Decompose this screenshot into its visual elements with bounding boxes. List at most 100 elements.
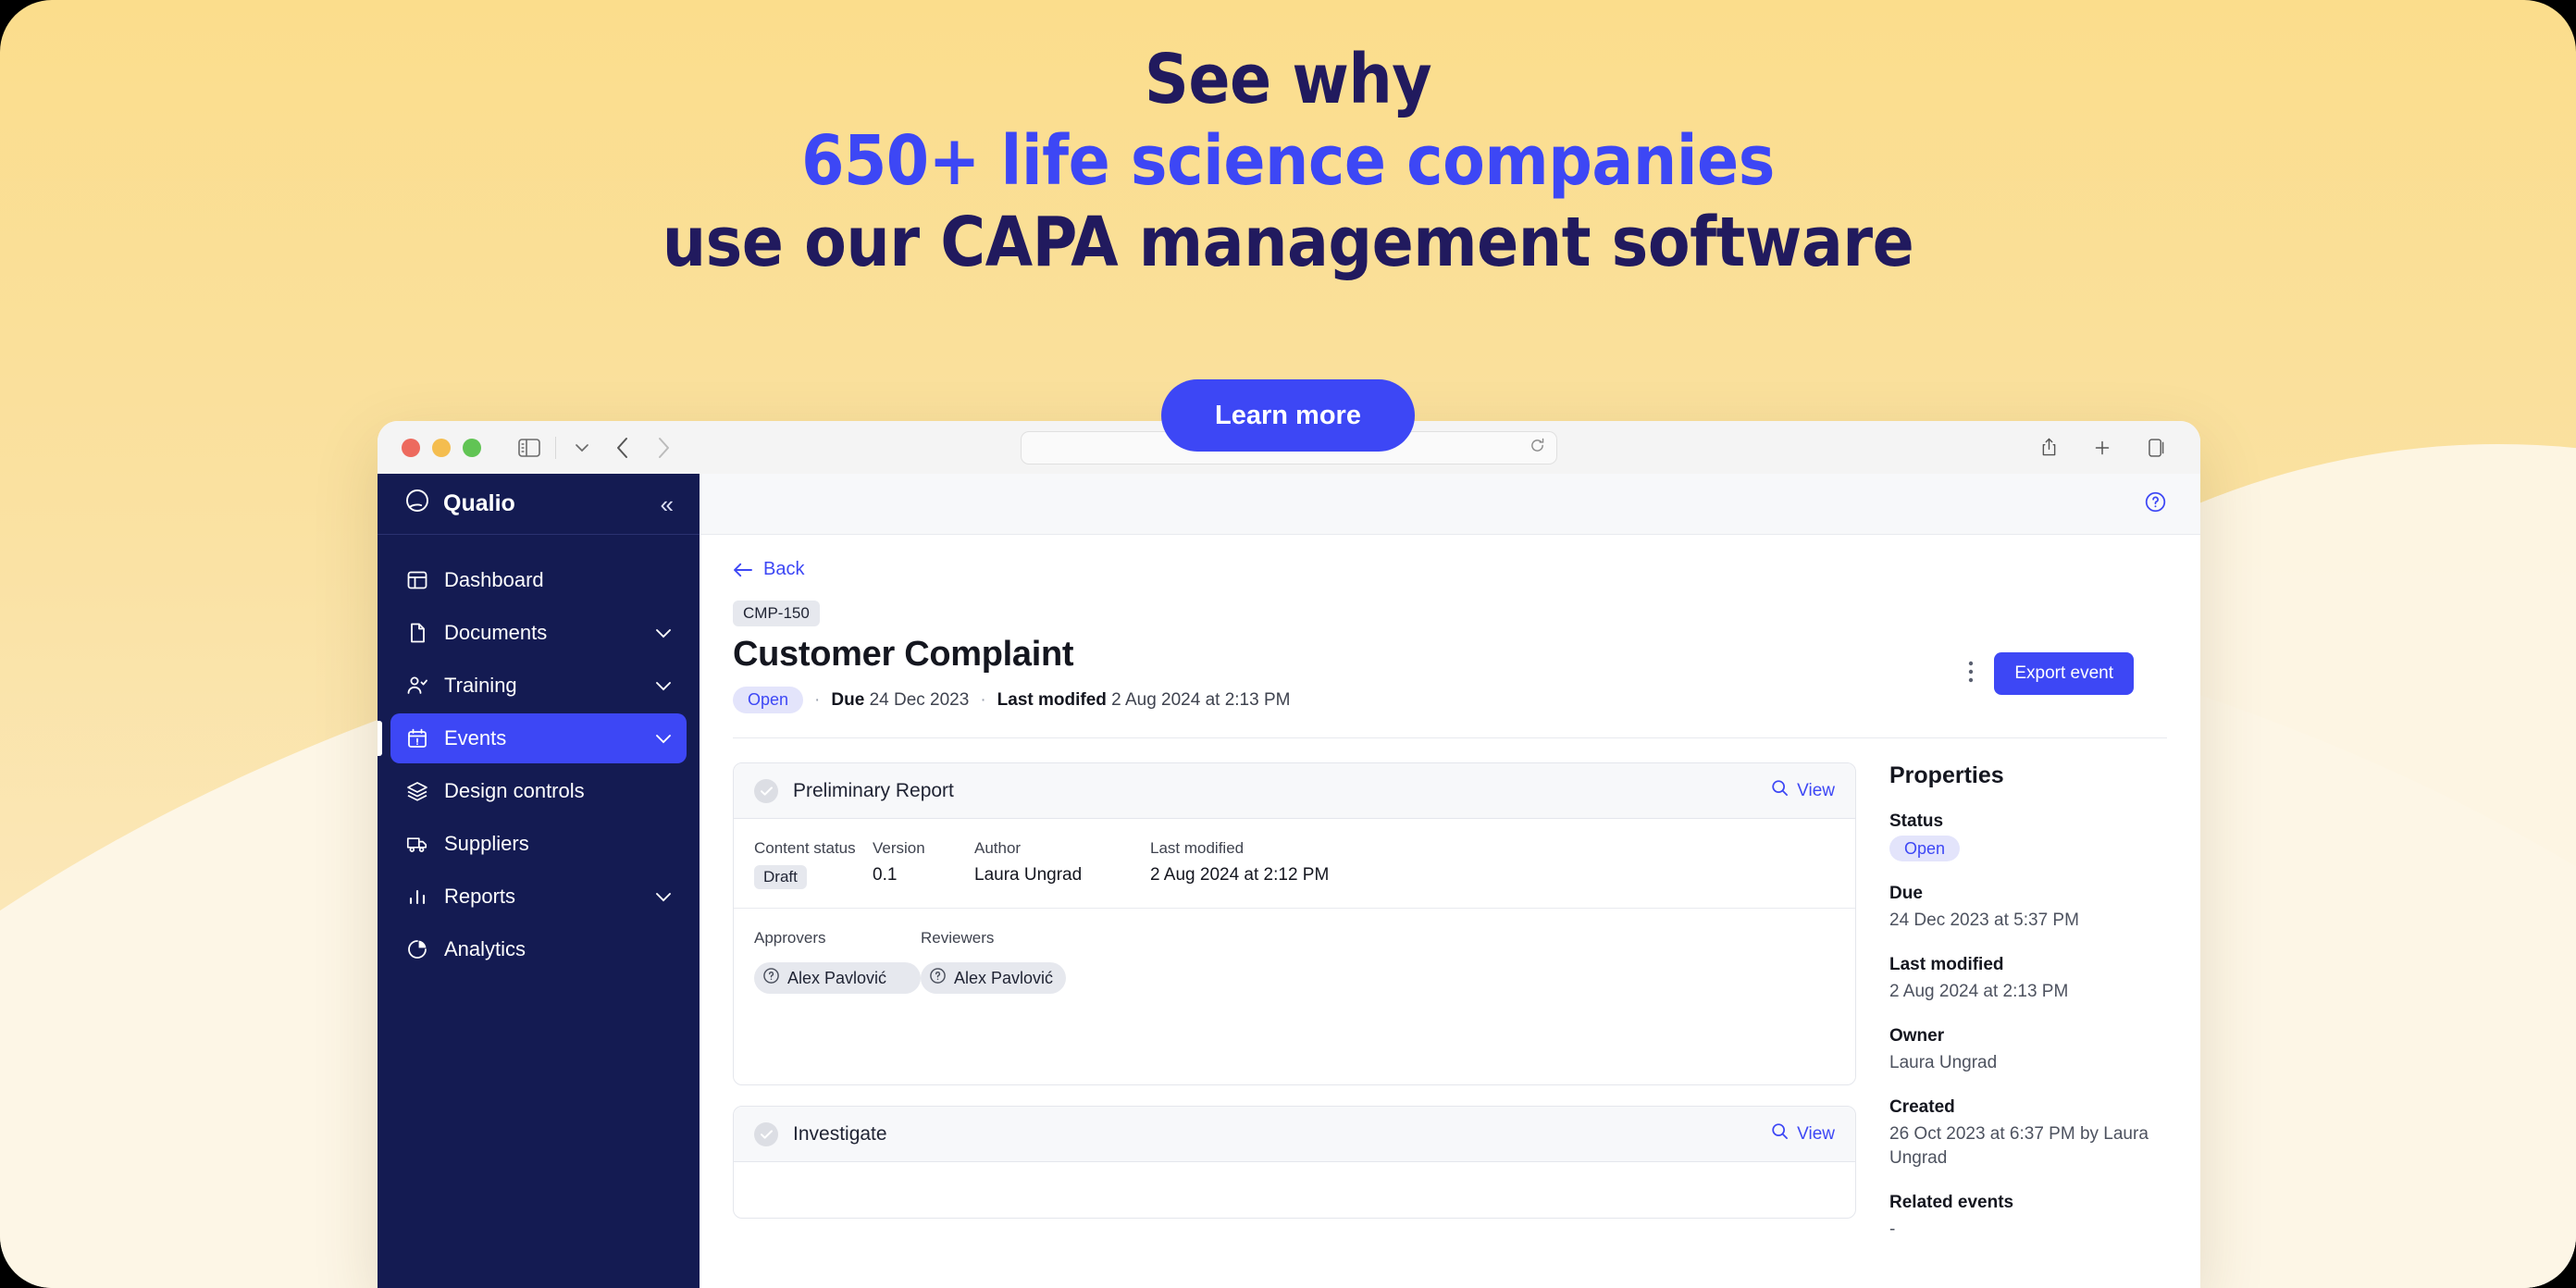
card-title: Investigate bbox=[793, 1123, 887, 1146]
property-status: Status Open bbox=[1889, 811, 2167, 861]
sidebar-item-label: Training bbox=[444, 674, 517, 698]
zoom-window-button[interactable] bbox=[463, 439, 481, 457]
sidebar-item-label: Events bbox=[444, 726, 506, 750]
sidebar-item-dashboard[interactable]: Dashboard bbox=[390, 555, 687, 605]
sidebar-toggle-icon[interactable] bbox=[509, 429, 550, 466]
card-body: Content status Draft Version 0.1 bbox=[734, 819, 1855, 1084]
content-columns: Preliminary Report View bbox=[733, 738, 2167, 1288]
card-title: Preliminary Report bbox=[793, 780, 954, 802]
hero-line-1: See why bbox=[1145, 40, 1431, 119]
application-body: Qualio « Dashboard Documents bbox=[378, 474, 2200, 1288]
preliminary-report-card: Preliminary Report View bbox=[733, 762, 1856, 1085]
close-window-button[interactable] bbox=[402, 439, 420, 457]
meta-separator: · bbox=[980, 690, 985, 711]
user-check-icon bbox=[405, 674, 429, 698]
property-created: Created 26 Oct 2023 at 6:37 PM by Laura … bbox=[1889, 1097, 2167, 1170]
truck-icon bbox=[405, 832, 429, 856]
sidebar-item-events[interactable]: Events bbox=[390, 713, 687, 763]
check-circle-icon bbox=[754, 779, 778, 803]
property-value: 24 Dec 2023 at 5:37 PM bbox=[1889, 909, 2167, 933]
field-label: Last modified bbox=[1150, 839, 1329, 858]
tab-overview-icon[interactable] bbox=[2136, 429, 2176, 466]
layers-icon bbox=[405, 779, 429, 803]
document-icon bbox=[405, 621, 429, 645]
browser-toolbar-right bbox=[2028, 429, 2176, 466]
reviewers-label: Reviewers bbox=[921, 929, 1066, 947]
chevron-down-icon[interactable] bbox=[562, 429, 602, 466]
sidebar-nav: Dashboard Documents bbox=[378, 535, 700, 974]
property-label: Owner bbox=[1889, 1026, 2167, 1046]
chevron-down-icon[interactable] bbox=[655, 892, 672, 902]
properties-panel: Properties Status Open Due 24 Dec 2023 a… bbox=[1889, 762, 2167, 1288]
property-label: Last modified bbox=[1889, 955, 2167, 975]
browser-forward-icon[interactable] bbox=[643, 429, 684, 466]
property-value: 26 Oct 2023 at 6:37 PM by Laura Ungrad bbox=[1889, 1122, 2167, 1170]
app-topbar bbox=[700, 474, 2200, 535]
new-tab-icon[interactable] bbox=[2082, 429, 2123, 466]
sidebar-item-documents[interactable]: Documents bbox=[390, 608, 687, 658]
chevron-down-icon[interactable] bbox=[655, 681, 672, 691]
app-sidebar: Qualio « Dashboard Documents bbox=[378, 474, 700, 1288]
approvers-group: Approvers Alex Pavlović bbox=[754, 929, 921, 994]
view-link-label: View bbox=[1797, 1124, 1835, 1145]
minimize-window-button[interactable] bbox=[432, 439, 451, 457]
hero-section: See why 650+ life science companies use … bbox=[0, 0, 2576, 283]
document-code-badge: CMP-150 bbox=[733, 601, 820, 626]
reload-icon[interactable] bbox=[1530, 438, 1545, 457]
share-icon[interactable] bbox=[2028, 429, 2069, 466]
back-link[interactable]: Back bbox=[733, 559, 2167, 580]
field-value: 0.1 bbox=[873, 865, 974, 886]
question-circle-icon bbox=[929, 967, 947, 989]
property-value: 2 Aug 2024 at 2:13 PM bbox=[1889, 980, 2167, 1004]
search-icon bbox=[1771, 1122, 1789, 1146]
window-traffic-lights bbox=[402, 439, 481, 457]
sidebar-item-analytics[interactable]: Analytics bbox=[390, 924, 687, 974]
status-badge: Open bbox=[733, 687, 803, 713]
field-grid: Content status Draft Version 0.1 bbox=[734, 819, 1855, 908]
sidebar-item-label: Reports bbox=[444, 885, 515, 909]
card-header: Investigate View bbox=[734, 1107, 1855, 1162]
browser-back-icon[interactable] bbox=[602, 429, 643, 466]
toolbar-divider bbox=[555, 437, 556, 459]
approver-chip[interactable]: Alex Pavlović bbox=[754, 962, 921, 994]
collapse-sidebar-button[interactable]: « bbox=[661, 492, 674, 516]
learn-more-button[interactable]: Learn more bbox=[1161, 379, 1415, 452]
modified-meta: Last modifed 2 Aug 2024 at 2:13 PM bbox=[997, 690, 1291, 711]
due-value: 24 Dec 2023 bbox=[870, 690, 970, 710]
reviewer-name: Alex Pavlović bbox=[954, 969, 1053, 988]
help-circle-icon[interactable] bbox=[2144, 490, 2167, 518]
sidebar-item-suppliers[interactable]: Suppliers bbox=[390, 819, 687, 869]
view-link[interactable]: View bbox=[1771, 1122, 1835, 1146]
approvers-label: Approvers bbox=[754, 929, 921, 947]
sidebar-item-training[interactable]: Training bbox=[390, 661, 687, 711]
field-value: Laura Ungrad bbox=[974, 865, 1150, 886]
document-header: CMP-150 Customer Complaint Open · Due 24… bbox=[733, 580, 2167, 713]
export-event-button[interactable]: Export event bbox=[1994, 652, 2134, 695]
property-label: Created bbox=[1889, 1097, 2167, 1118]
page-title: Customer Complaint bbox=[733, 635, 2167, 675]
more-vertical-icon[interactable] bbox=[1968, 660, 1974, 687]
property-value: - bbox=[1889, 1218, 2167, 1242]
property-label: Related events bbox=[1889, 1193, 2167, 1213]
chevron-down-icon[interactable] bbox=[655, 628, 672, 638]
question-circle-icon bbox=[762, 967, 780, 989]
sidebar-item-label: Analytics bbox=[444, 937, 526, 961]
bar-chart-icon bbox=[405, 885, 429, 909]
field-label: Version bbox=[873, 839, 974, 858]
card-body bbox=[734, 1162, 1855, 1218]
sidebar-item-label: Design controls bbox=[444, 779, 585, 803]
calendar-alert-icon bbox=[405, 726, 429, 750]
sidebar-item-reports[interactable]: Reports bbox=[390, 872, 687, 922]
approver-name: Alex Pavlović bbox=[787, 969, 886, 988]
header-actions: Export event bbox=[1968, 652, 2134, 695]
hero-heading: See why 650+ life science companies use … bbox=[0, 39, 2576, 283]
content-status-chip: Draft bbox=[754, 865, 807, 889]
card-header: Preliminary Report View bbox=[734, 763, 1855, 819]
pie-chart-icon bbox=[405, 937, 429, 961]
reviewer-chip[interactable]: Alex Pavlović bbox=[921, 962, 1066, 994]
view-link[interactable]: View bbox=[1771, 779, 1835, 802]
property-value-wrap: Open bbox=[1889, 836, 2167, 861]
chevron-down-icon[interactable] bbox=[655, 734, 672, 744]
sidebar-item-design-controls[interactable]: Design controls bbox=[390, 766, 687, 816]
field-version: Version 0.1 bbox=[873, 839, 974, 889]
